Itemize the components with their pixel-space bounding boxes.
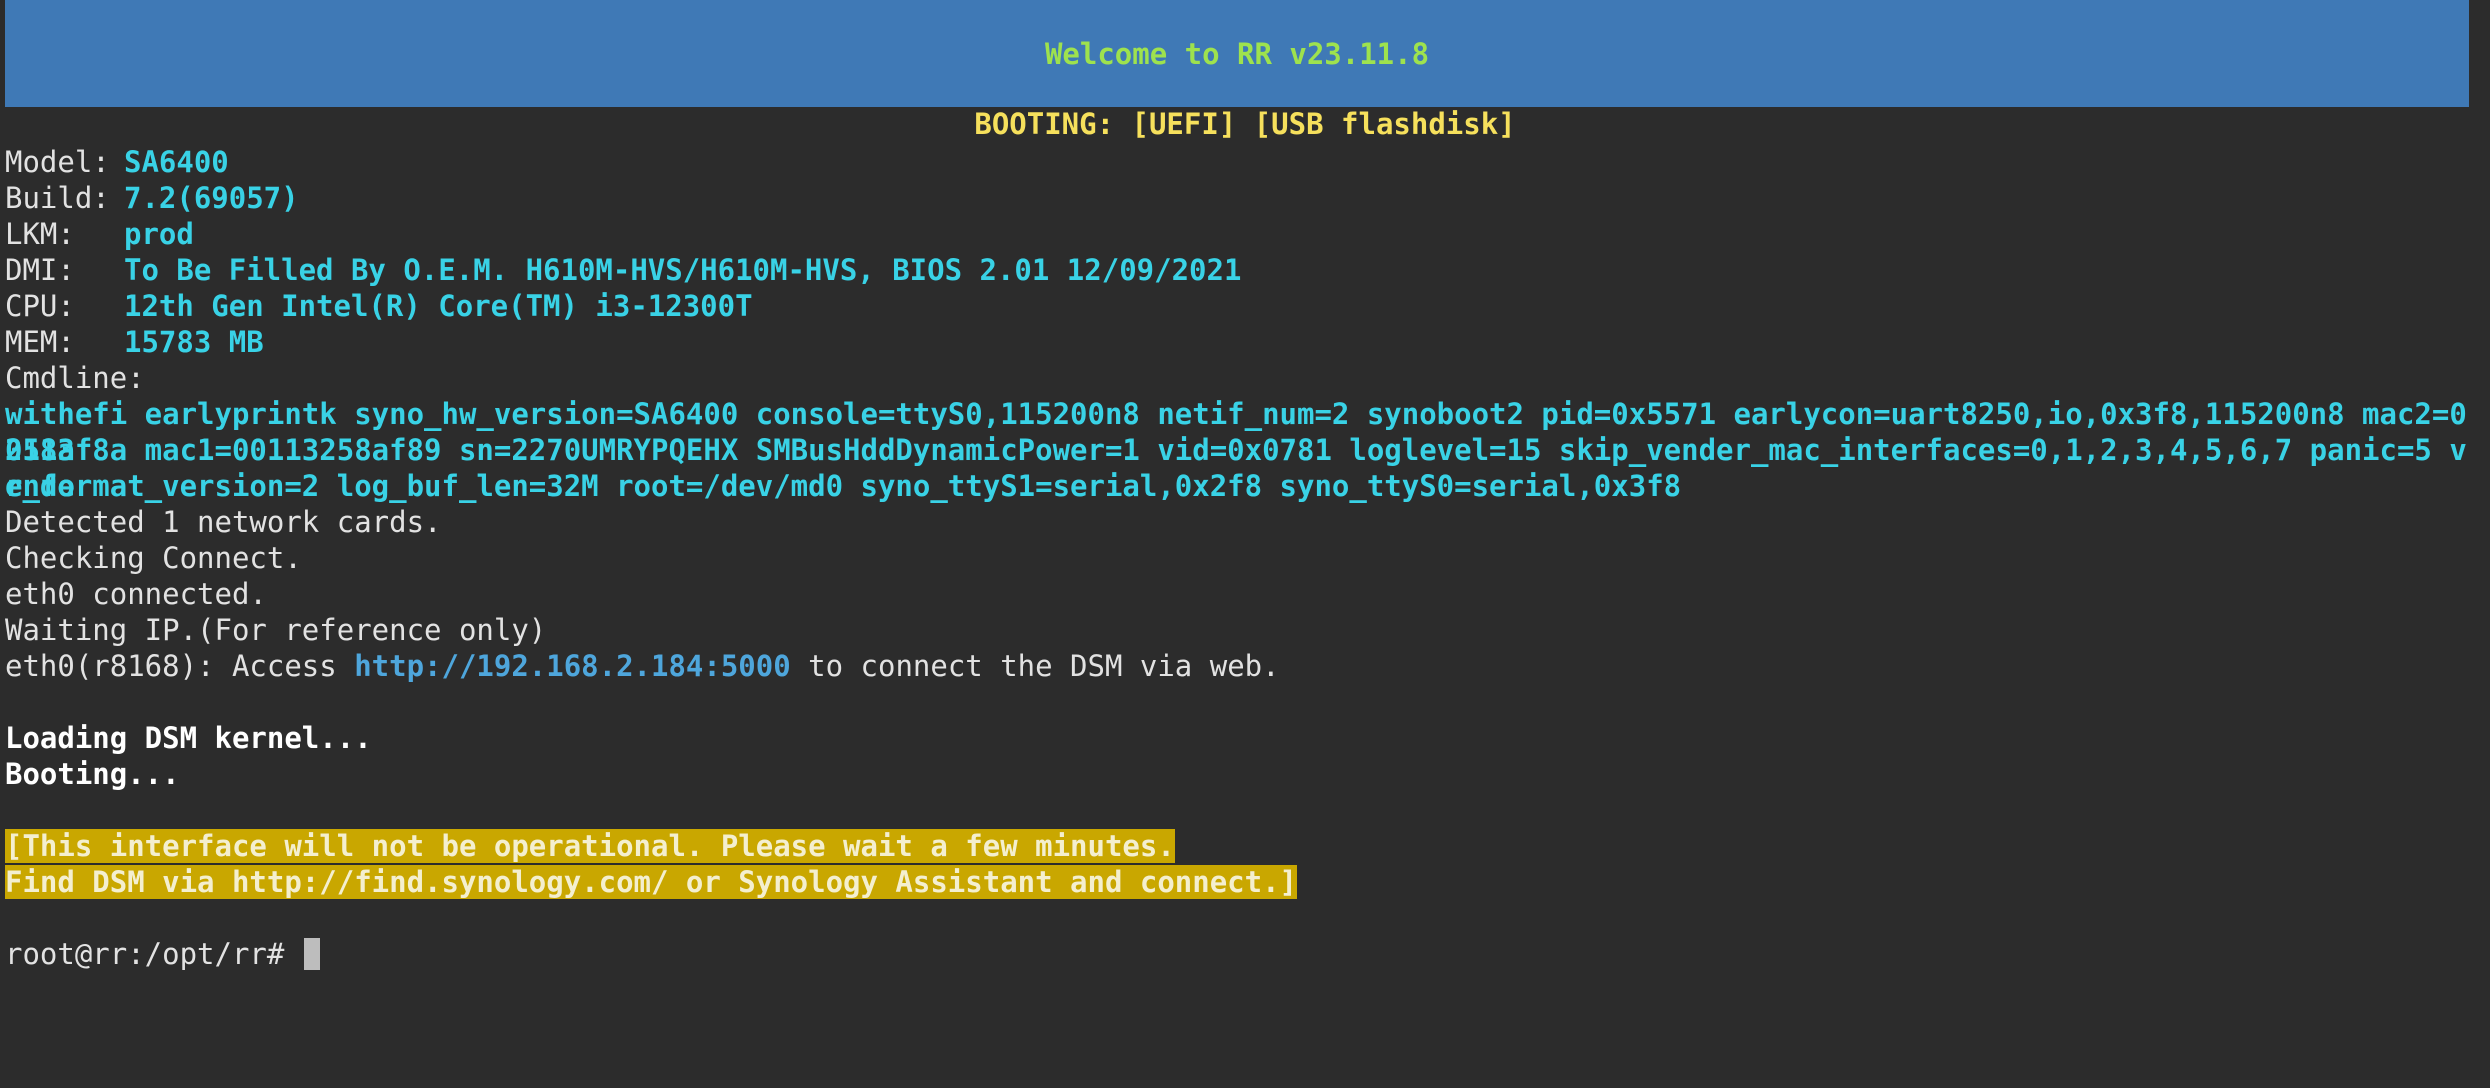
info-row-model: Model: SA6400 [5,144,2480,180]
access-suffix: to connect the DSM via web. [790,649,1280,683]
cmdline-label: Cmdline: [5,361,145,395]
info-value: 7.2(69057) [124,181,299,215]
terminal-window[interactable]: Welcome to RR v23.11.8 BOOTING: [UEFI] [… [0,0,2490,1088]
loading-kernel-line: Loading DSM kernel... [5,721,372,755]
info-row-cpu: CPU: 12th Gen Intel(R) Core(TM) i3-12300T [5,288,2480,324]
access-prefix: eth0(r8168): Access [5,649,355,683]
welcome-banner: Welcome to RR v23.11.8 [5,0,2469,107]
shell-prompt: root@rr:/opt/rr# [5,937,302,971]
cmdline-line: 258af8a mac1=00113258af89 sn=2270UMRYPQE… [5,433,2467,503]
access-line: eth0(r8168): Access http://192.168.2.184… [5,648,2480,684]
info-row-dmi: DMI: To Be Filled By O.E.M. H610M-HVS/H61… [5,252,2480,288]
info-label: Model: [5,145,110,179]
notice-text: [This interface will not be operational.… [5,829,1175,863]
info-value: 15783 MB [124,325,264,359]
checking-connect-line: Checking Connect. [5,541,302,575]
info-label: MEM: [5,325,75,359]
info-label: CPU: [5,289,75,323]
dsm-url-link[interactable]: http://192.168.2.184:5000 [354,649,791,683]
network-cards-line: Detected 1 network cards. [5,505,442,539]
info-label: DMI: [5,253,75,287]
waiting-ip-line: Waiting IP.(For reference only) [5,613,547,647]
banner-title: Welcome to RR v23.11.8 [1044,36,1430,71]
info-row-build: Build: 7.2(69057) [5,180,2480,216]
info-value: SA6400 [124,145,229,179]
terminal-output: Model: SA6400 Build: 7.2(69057) LKM: prod D… [5,144,2480,972]
notice-line-2: Find DSM via http://find.synology.com/ o… [5,864,2480,900]
notice-line-1: [This interface will not be operational.… [5,828,2480,864]
terminal-cursor [303,938,320,970]
boot-mode-line: BOOTING: [UEFI] [USB flashdisk] [974,107,1516,141]
info-row-mem: MEM: 15783 MB [5,324,2480,360]
info-value: prod [124,217,194,251]
cmdline-line: withefi earlyprintk syno_hw_version=SA64… [5,397,2467,467]
info-label: LKM: [5,217,75,251]
eth0-connected-line: eth0 connected. [5,577,267,611]
shell-prompt-line[interactable]: root@rr:/opt/rr# [5,936,2480,972]
info-value: 12th Gen Intel(R) Core(TM) i3-12300T [124,289,753,323]
notice-text: Find DSM via http://find.synology.com/ o… [5,865,1298,899]
info-label: Build: [5,181,110,215]
info-row-lkm: LKM: prod [5,216,2480,252]
booting-line: Booting... [5,757,180,791]
info-value: To Be Filled By O.E.M. H610M-HVS/H610M-H… [124,253,1242,287]
cmdline-line: r_format_version=2 log_buf_len=32M root=… [5,469,1682,503]
